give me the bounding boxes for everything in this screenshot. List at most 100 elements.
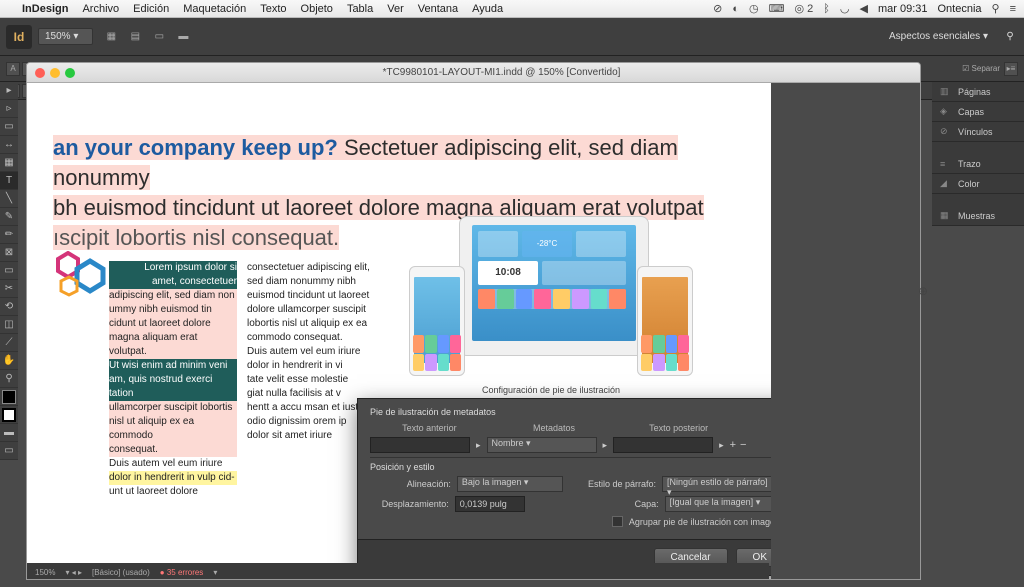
caption-config-label: Configuración de pie de ilustración [403,385,699,395]
caption-dialog: Pie de ilustración de metadatos Texto an… [357,398,797,576]
paragraph-style-select[interactable]: [Ningún estilo de párrafo] ▾ [662,476,784,492]
close-icon[interactable] [35,68,45,78]
direct-select-tool[interactable]: ▹ [0,100,18,118]
format-container-icon[interactable]: ▬ [0,424,18,442]
remove-row-button[interactable]: − [740,439,746,451]
stop-icon[interactable]: ⊘ [713,2,722,15]
arrow-icon-2: ▸ [603,440,608,451]
pstyle-label: Estilo de párrafo: [569,479,656,489]
menu-tabla[interactable]: Tabla [347,3,373,15]
bluetooth-icon[interactable]: ᛒ [823,3,830,15]
pasteboard [771,83,920,580]
app-name[interactable]: InDesign [22,3,68,15]
stroke-swatch[interactable] [0,406,18,424]
magnifier-icon[interactable]: ⊕ [918,284,928,298]
hand-tool[interactable]: ✋ [0,352,18,370]
devices-image[interactable]: -28°C 10:08 [399,216,699,396]
clock-text[interactable]: mar 09:31 [878,3,928,15]
arrow-icon-3: ▸ [719,440,724,451]
volume-icon[interactable]: ◀︎ [859,2,867,15]
type-tool[interactable]: T [0,172,18,190]
scissors-tool[interactable]: ✂ [0,280,18,298]
zoom-tool[interactable]: ⚲ [0,370,18,388]
panel-paginas[interactable]: ▥Páginas [932,82,1024,102]
text-column-1[interactable]: Lorem ipsum dolor siamet, consectetuerad… [109,261,237,499]
search-icon[interactable]: ⚲ [1002,29,1018,45]
panel-menu-icon[interactable]: ▸≡ [1004,62,1018,76]
fill-swatch[interactable] [0,388,18,406]
gap-tool[interactable]: ↔ [0,136,18,154]
offset-label: Desplazamiento: [370,499,449,509]
user-icon[interactable]: ◐ [732,3,739,15]
status-errors[interactable]: ● 35 errores [160,568,204,577]
offset-input[interactable] [455,496,525,512]
align-label: Alineación: [370,479,451,489]
bridge-icon[interactable]: ▤ [127,29,143,45]
zoom-window-icon[interactable] [65,68,75,78]
menu-ayuda[interactable]: Ayuda [472,3,503,15]
rect-tool[interactable]: ▭ [0,262,18,280]
layers-icon: ◈ [940,106,952,117]
line-tool[interactable]: ╲ [0,190,18,208]
transform-tool[interactable]: ⟲ [0,298,18,316]
header-meta: Metadatos [495,423,614,433]
menu-texto[interactable]: Texto [260,3,286,15]
panel-capas[interactable]: ◈Capas [932,102,1024,122]
add-row-button[interactable]: + [730,439,736,451]
pen-tool[interactable]: ✎ [0,208,18,226]
menu-objeto[interactable]: Objeto [301,3,333,15]
screen-icon[interactable]: ▬ [175,29,191,45]
menu-maquetacion[interactable]: Maquetación [183,3,246,15]
view-icon[interactable]: ▦ [103,29,119,45]
content-tool[interactable]: ▦ [0,154,18,172]
status-zoom[interactable]: 150% [35,568,55,577]
wifi-icon[interactable]: ◡ [840,2,850,15]
status-bar: 150% ▾ ◂ ▸ [Básico] (usado) ● 35 errores… [27,563,769,580]
user-name[interactable]: Ontecnia [937,3,981,15]
minimize-icon[interactable] [50,68,60,78]
group-label: Agrupar pie de ilustración con imagen [629,517,780,527]
text-column-2[interactable]: consectetuer adipiscing elit,sed diam no… [247,261,375,443]
page-canvas[interactable]: an your company keep up? Sectetuer adipi… [41,83,771,580]
clock-icon[interactable]: ◷ [749,2,759,15]
selection-tool[interactable]: ▸ [0,82,18,100]
menu-archivo[interactable]: Archivo [82,3,119,15]
text-after-input[interactable] [613,437,713,453]
page-tool[interactable]: ▭ [0,118,18,136]
sync-icon[interactable]: ◎ 2 [794,2,813,15]
swatches-icon: ▦ [940,210,952,221]
alignment-select[interactable]: Bajo la imagen ▾ [457,476,564,492]
menu-edicion[interactable]: Edición [133,3,169,15]
tablet-mockup: -28°C 10:08 [459,216,649,356]
document-window: *TC9980101-LAYOUT-MI1.indd @ 150% [Conve… [26,62,921,580]
document-titlebar[interactable]: *TC9980101-LAYOUT-MI1.indd @ 150% [Conve… [27,63,920,83]
arrange-icon[interactable]: ▭ [151,29,167,45]
panel-muestras[interactable]: ▦Muestras [932,206,1024,226]
hex-graphic [55,251,111,302]
keyboard-icon[interactable]: ⌨ [769,2,785,15]
separar-check[interactable]: ☑ Separar [962,64,1000,73]
eyedropper-tool[interactable]: ⟋ [0,334,18,352]
panel-color[interactable]: ◢Color [932,174,1024,194]
menu-ver[interactable]: Ver [387,3,404,15]
pencil-tool[interactable]: ✏ [0,226,18,244]
view-mode-icon[interactable]: ▭ [0,442,18,460]
status-basic[interactable]: [Básico] (usado) [92,568,150,577]
zoom-select[interactable]: 150% ▾ [38,28,93,45]
rect-frame-tool[interactable]: ⊠ [0,244,18,262]
spotlight-icon[interactable]: ⚲ [992,2,1000,15]
text-before-input[interactable] [370,437,470,453]
layer-select[interactable]: [Igual que la imagen] ▾ [665,496,784,512]
menu-icon[interactable]: ≡ [1010,3,1016,15]
metadata-select[interactable]: Nombre ▾ [487,437,597,453]
char-panel-icon[interactable]: A [6,62,20,76]
panel-vinculos[interactable]: ⊘Vínculos [932,122,1024,142]
color-icon: ◢ [940,178,952,189]
panel-trazo[interactable]: ≡Trazo [932,154,1024,174]
pages-icon: ▥ [940,86,952,97]
gradient-tool[interactable]: ◫ [0,316,18,334]
arrow-icon: ▸ [476,440,481,451]
workspace-select[interactable]: Aspectos esenciales ▾ [881,31,996,42]
menu-ventana[interactable]: Ventana [418,3,458,15]
group-checkbox[interactable] [612,516,623,527]
